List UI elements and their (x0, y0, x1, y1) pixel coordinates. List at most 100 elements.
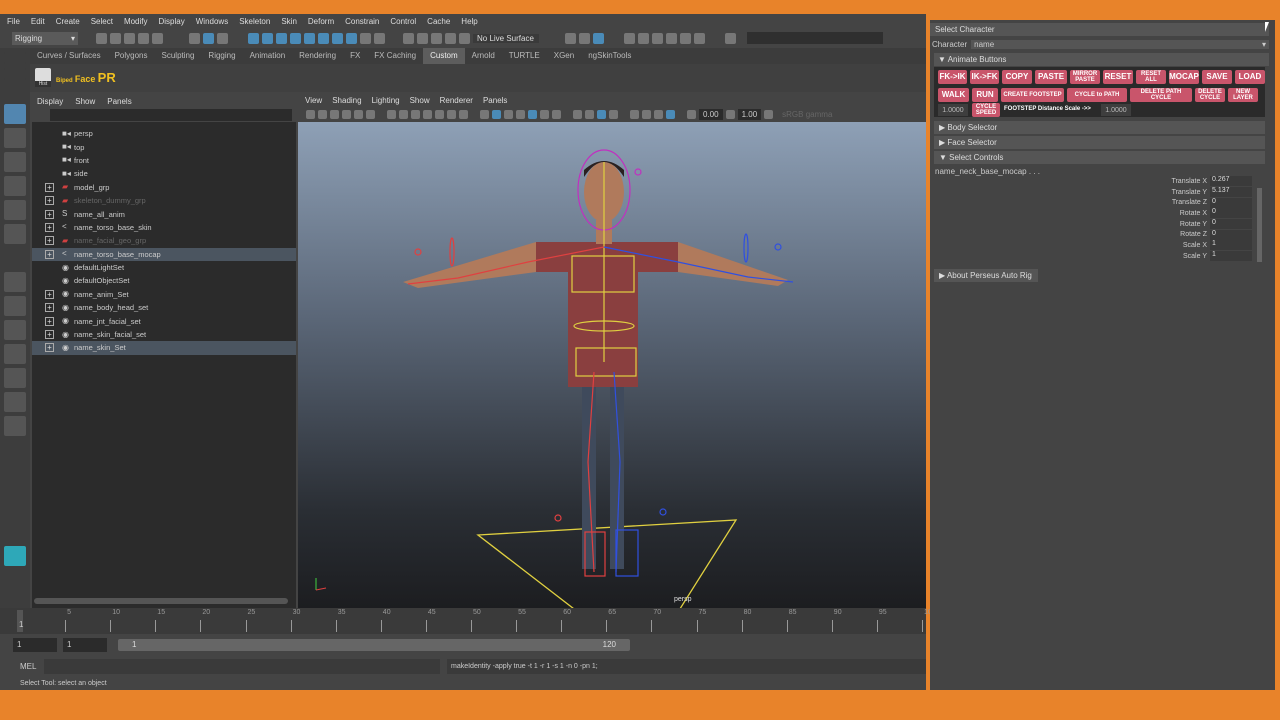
shelf-tab[interactable]: Custom (423, 48, 465, 64)
isolate-icon[interactable] (573, 110, 582, 119)
layout-four-icon[interactable] (4, 296, 26, 316)
resolution-gate-icon[interactable] (411, 110, 420, 119)
snap-curve-icon[interactable] (262, 32, 273, 44)
outliner-item[interactable]: ■◂ front (32, 154, 296, 167)
menu-cache[interactable]: Cache (427, 17, 450, 26)
layout-custom-icon[interactable] (4, 416, 26, 436)
gate-mask-icon[interactable] (423, 110, 432, 119)
outliner-item[interactable]: + ◉ name_skin_facial_set (32, 328, 296, 341)
move-tool-icon[interactable] (4, 176, 26, 196)
outliner-item[interactable]: + ◉ name_jnt_facial_set (32, 314, 296, 327)
menu-set-dropdown[interactable]: Rigging (12, 31, 78, 45)
menu-select[interactable]: Select (91, 17, 113, 26)
shelf-tab[interactable]: Polygons (108, 48, 155, 64)
channel-value[interactable]: 0 (1210, 197, 1252, 208)
lights-icon[interactable] (528, 110, 537, 119)
new-scene-icon[interactable] (96, 32, 107, 44)
rig-button[interactable]: RUN (972, 88, 998, 102)
snap-view-icon[interactable] (290, 32, 301, 44)
safe-action-icon[interactable] (447, 110, 456, 119)
layout-graph-icon[interactable] (4, 368, 26, 388)
magnet-icon[interactable] (431, 32, 442, 44)
channel-name[interactable]: Translate Z (1160, 199, 1210, 206)
face-selector-header[interactable]: ▶ Face Selector (934, 136, 1265, 149)
textured-icon[interactable] (516, 110, 525, 119)
rig-button[interactable]: LOAD (1235, 70, 1265, 84)
biped-face-pr-button[interactable]: Biped Face PR (56, 70, 116, 85)
menu-display[interactable]: Display (159, 17, 185, 26)
rig-button[interactable]: COPY (1002, 70, 1032, 84)
rig-button[interactable]: MOCAP (1169, 70, 1199, 84)
rig-button[interactable]: PASTE (1035, 70, 1067, 84)
grease-pencil-icon[interactable] (366, 110, 375, 119)
channel-name[interactable]: Rotate Z (1160, 231, 1210, 238)
outliner-item[interactable]: ◉ defaultObjectSet (32, 274, 296, 287)
outliner-item[interactable]: + ▰ name_facial_geo_grp (32, 234, 296, 247)
outliner-item[interactable]: ◉ defaultLightSet (32, 261, 296, 274)
command-search-input[interactable] (747, 32, 883, 44)
camera-icon[interactable] (306, 110, 315, 119)
panel-icon[interactable] (565, 32, 576, 44)
viewport-menu-item[interactable]: Shading (332, 96, 361, 105)
shelf-tab[interactable]: FX (343, 48, 367, 64)
outliner-item[interactable]: + < name_torso_base_mocap (32, 247, 296, 261)
command-input[interactable] (44, 659, 440, 674)
expand-icon[interactable]: + (45, 222, 54, 232)
channel-value[interactable]: 1 (1210, 240, 1252, 251)
time-slider[interactable]: 1 51015202530354045505560657075808590951… (0, 608, 936, 634)
select-icon[interactable] (374, 32, 385, 44)
expand-icon[interactable]: + (45, 236, 54, 246)
shelf-tab[interactable]: Curves / Surfaces (30, 48, 108, 64)
panel-icon[interactable] (593, 32, 604, 44)
menu-file[interactable]: File (7, 17, 20, 26)
expand-icon[interactable]: + (45, 209, 54, 219)
film-gate-icon[interactable] (399, 110, 408, 119)
layout-outliner-icon[interactable] (4, 344, 26, 364)
outliner-item[interactable]: + ▰ skeleton_dummy_grp (32, 194, 296, 207)
menu-help[interactable]: Help (461, 17, 477, 26)
image-plane-icon[interactable] (342, 110, 351, 119)
outliner-item[interactable]: + ◉ name_anim_Set (32, 288, 296, 301)
magnet-icon[interactable] (459, 32, 470, 44)
arnold-icon[interactable] (694, 32, 705, 44)
menu-deform[interactable]: Deform (308, 17, 334, 26)
outliner-menu-item[interactable]: Display (37, 97, 63, 106)
paint-select-icon[interactable] (4, 152, 26, 172)
rig-button[interactable]: RESET (1103, 70, 1133, 84)
bookmark-icon[interactable] (330, 110, 339, 119)
start-time-field[interactable]: 1 (13, 638, 57, 652)
viewport-menu-item[interactable]: Panels (483, 96, 507, 105)
render-settings-icon[interactable] (666, 32, 677, 44)
outliner-item[interactable]: + ◉ name_body_head_set (32, 301, 296, 314)
shelf-tab[interactable]: FX Caching (367, 48, 423, 64)
snap-surface-icon[interactable] (304, 32, 315, 44)
grid-icon[interactable] (387, 110, 396, 119)
search-icon[interactable] (725, 32, 736, 44)
gamma-icon[interactable] (725, 110, 735, 119)
shelf-menu-icon[interactable] (4, 52, 26, 64)
undo-icon[interactable] (138, 32, 149, 44)
channel-name[interactable]: Rotate Y (1160, 221, 1210, 228)
shelf-tab[interactable]: TURTLE (502, 48, 547, 64)
shelf-tab[interactable]: Arnold (465, 48, 502, 64)
channel-value[interactable]: 1 (1210, 251, 1252, 262)
snap-grid-icon[interactable] (248, 32, 259, 44)
rig-button[interactable]: NEW LAYER (1228, 88, 1258, 102)
outliner-hscrollbar[interactable] (34, 598, 288, 604)
gamma-field[interactable]: 1.00 (737, 109, 762, 120)
lasso-icon[interactable] (417, 32, 428, 44)
open-scene-icon[interactable] (110, 32, 121, 44)
camera-attr-icon[interactable] (318, 110, 327, 119)
outliner-item[interactable]: + ▰ model_grp (32, 181, 296, 194)
rig-button[interactable]: DELETE CYCLE (1195, 88, 1225, 102)
lasso-tool-icon[interactable] (4, 128, 26, 148)
shelf-tab[interactable]: Rigging (201, 48, 242, 64)
viewport-menu-item[interactable]: Renderer (440, 96, 473, 105)
body-selector-header[interactable]: ▶ Body Selector (934, 121, 1265, 134)
safe-title-icon[interactable] (459, 110, 468, 119)
render-icon[interactable] (638, 32, 649, 44)
xray-icon[interactable] (585, 110, 594, 119)
outliner-item[interactable]: ■◂ side (32, 167, 296, 180)
expand-icon[interactable]: + (45, 343, 54, 353)
shelf-tab[interactable]: ngSkinTools (581, 48, 638, 64)
